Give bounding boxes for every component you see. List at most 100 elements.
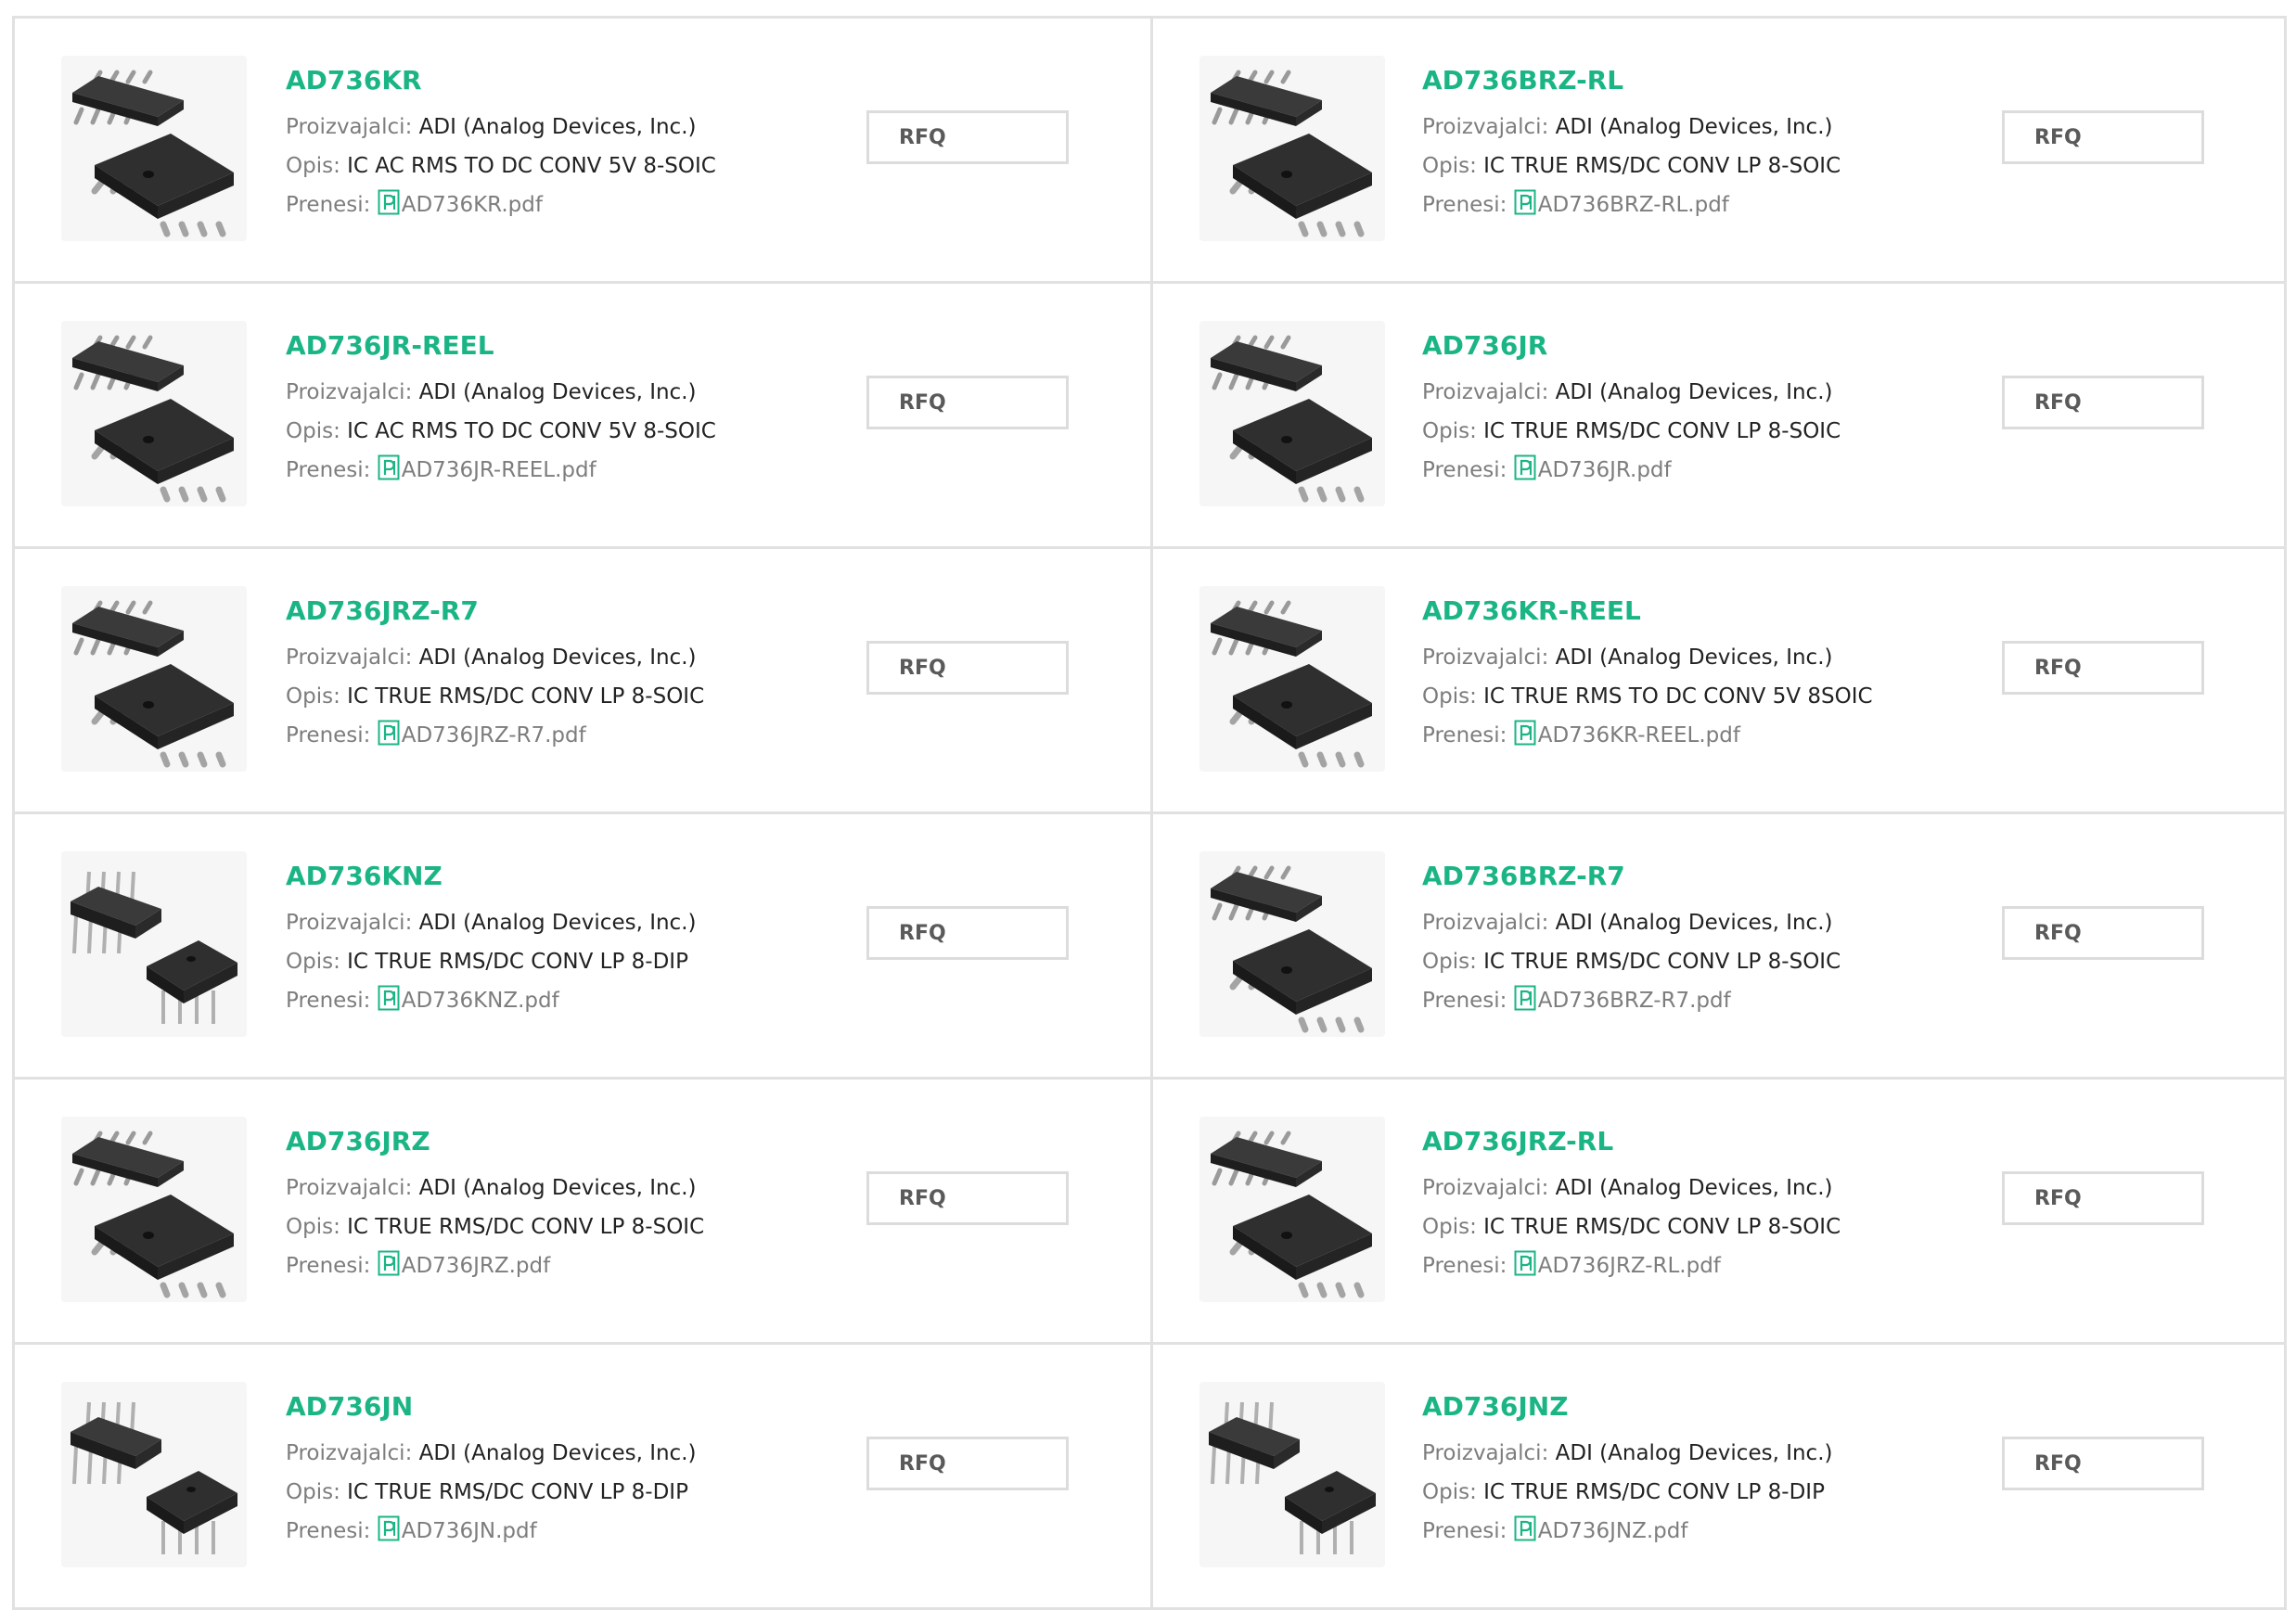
pdf-icon: [1514, 1250, 1536, 1276]
part-number-link[interactable]: AD736JR-REEL: [286, 330, 716, 362]
manufacturer-value: ADI (Analog Devices, Inc.): [418, 115, 697, 139]
manufacturer-value: ADI (Analog Devices, Inc.): [1555, 911, 1833, 935]
datasheet-link[interactable]: AD736JRZ-RL.pdf: [1514, 1250, 1721, 1278]
description-value: IC TRUE RMS/DC CONV LP 8-DIP: [347, 950, 688, 974]
product-info: AD736JR Proizvajalci: ADI (Analog Device…: [1422, 330, 1841, 490]
product-info: AD736JRZ-R7 Proizvajalci: ADI (Analog De…: [286, 595, 704, 755]
soic-chip-icon: [1211, 865, 1372, 1033]
pdf-icon: [378, 454, 400, 480]
datasheet-filename: AD736JRZ-R7.pdf: [401, 723, 586, 748]
rfq-button[interactable]: RFQ: [2002, 1437, 2204, 1490]
manufacturer-label: Proizvajalci:: [1422, 911, 1549, 935]
download-label: Prenesi:: [286, 1254, 371, 1278]
description-label: Opis:: [286, 684, 340, 709]
product-card: AD736JN Proizvajalci: ADI (Analog Device…: [12, 1345, 1150, 1610]
manufacturer-row: Proizvajalci: ADI (Analog Devices, Inc.): [1422, 108, 1841, 147]
manufacturer-label: Proizvajalci:: [286, 911, 413, 935]
rfq-button[interactable]: RFQ: [2002, 1171, 2204, 1225]
manufacturer-row: Proizvajalci: ADI (Analog Devices, Inc.): [1422, 903, 1841, 942]
description-label: Opis:: [286, 950, 340, 974]
datasheet-filename: AD736KNZ.pdf: [401, 989, 559, 1013]
rfq-button[interactable]: RFQ: [866, 376, 1069, 429]
datasheet-link[interactable]: AD736KR.pdf: [378, 189, 543, 217]
product-card: AD736JR Proizvajalci: ADI (Analog Device…: [1150, 284, 2287, 549]
rfq-button[interactable]: RFQ: [866, 1437, 1069, 1490]
part-number-link[interactable]: AD736KNZ: [286, 861, 696, 892]
download-row: Prenesi: AD736KNZ.pdf: [286, 981, 696, 1020]
part-number-link[interactable]: AD736JR: [1422, 330, 1841, 362]
rfq-button[interactable]: RFQ: [2002, 641, 2204, 695]
part-number-link[interactable]: AD736BRZ-R7: [1422, 861, 1841, 892]
part-number-link[interactable]: AD736BRZ-RL: [1422, 65, 1841, 96]
datasheet-link[interactable]: AD736JNZ.pdf: [1514, 1515, 1687, 1543]
product-info: AD736JR-REEL Proizvajalci: ADI (Analog D…: [286, 330, 716, 490]
product-image[interactable]: [1199, 851, 1385, 1037]
description-value: IC AC RMS TO DC CONV 5V 8-SOIC: [347, 154, 716, 178]
pdf-icon: [378, 720, 400, 746]
part-number-link[interactable]: AD736JRZ-R7: [286, 595, 704, 627]
manufacturer-row: Proizvajalci: ADI (Analog Devices, Inc.): [286, 1169, 704, 1208]
product-image[interactable]: [61, 321, 247, 506]
download-row: Prenesi: AD736KR.pdf: [286, 185, 716, 224]
description-value: IC TRUE RMS/DC CONV LP 8-DIP: [347, 1480, 688, 1504]
datasheet-link[interactable]: AD736JRZ-R7.pdf: [378, 720, 586, 748]
product-image[interactable]: [1199, 1117, 1385, 1302]
datasheet-link[interactable]: AD736KR-REEL.pdf: [1514, 720, 1740, 748]
download-label: Prenesi:: [286, 1519, 371, 1543]
part-number-link[interactable]: AD736JNZ: [1422, 1391, 1832, 1423]
product-image[interactable]: [1199, 1382, 1385, 1567]
soic-chip-icon: [1211, 600, 1372, 768]
datasheet-link[interactable]: AD736BRZ-R7.pdf: [1514, 985, 1731, 1013]
rfq-button[interactable]: RFQ: [2002, 110, 2204, 164]
download-label: Prenesi:: [1422, 193, 1507, 217]
description-value: IC TRUE RMS TO DC CONV 5V 8SOIC: [1483, 684, 1873, 709]
part-number-link[interactable]: AD736JN: [286, 1391, 696, 1423]
description-label: Opis:: [1422, 1215, 1477, 1239]
description-value: IC TRUE RMS/DC CONV LP 8-SOIC: [1483, 419, 1841, 443]
datasheet-link[interactable]: AD736JR-REEL.pdf: [378, 454, 596, 482]
dip-chip-icon: [71, 1401, 237, 1554]
product-image[interactable]: [61, 1382, 247, 1567]
description-value: IC TRUE RMS/DC CONV LP 8-DIP: [1483, 1480, 1825, 1504]
rfq-button[interactable]: RFQ: [866, 906, 1069, 960]
part-number-link[interactable]: AD736JRZ-RL: [1422, 1126, 1841, 1157]
rfq-button[interactable]: RFQ: [2002, 906, 2204, 960]
manufacturer-row: Proizvajalci: ADI (Analog Devices, Inc.): [1422, 1169, 1841, 1208]
product-image[interactable]: [61, 586, 247, 772]
product-image[interactable]: [1199, 56, 1385, 241]
product-image[interactable]: [61, 1117, 247, 1302]
rfq-button[interactable]: RFQ: [866, 641, 1069, 695]
rfq-button[interactable]: RFQ: [2002, 376, 2204, 429]
product-image[interactable]: [61, 851, 247, 1037]
description-row: Opis: IC TRUE RMS/DC CONV LP 8-SOIC: [1422, 412, 1841, 451]
download-label: Prenesi:: [1422, 458, 1507, 482]
datasheet-link[interactable]: AD736JN.pdf: [378, 1515, 537, 1543]
description-row: Opis: IC TRUE RMS/DC CONV LP 8-SOIC: [1422, 942, 1841, 981]
description-label: Opis:: [286, 1215, 340, 1239]
datasheet-link[interactable]: AD736BRZ-RL.pdf: [1514, 189, 1729, 217]
description-value: IC TRUE RMS/DC CONV LP 8-SOIC: [347, 684, 705, 709]
description-label: Opis:: [1422, 419, 1477, 443]
part-number-link[interactable]: AD736KR-REEL: [1422, 595, 1873, 627]
datasheet-link[interactable]: AD736JR.pdf: [1514, 454, 1672, 482]
download-label: Prenesi:: [1422, 989, 1507, 1013]
product-info: AD736JN Proizvajalci: ADI (Analog Device…: [286, 1391, 696, 1551]
part-number-link[interactable]: AD736JRZ: [286, 1126, 704, 1157]
download-label: Prenesi:: [1422, 1254, 1507, 1278]
manufacturer-label: Proizvajalci:: [286, 115, 413, 139]
rfq-button[interactable]: RFQ: [866, 110, 1069, 164]
product-image[interactable]: [61, 56, 247, 241]
description-label: Opis:: [1422, 1480, 1477, 1504]
manufacturer-row: Proizvajalci: ADI (Analog Devices, Inc.): [286, 638, 704, 677]
product-image[interactable]: [1199, 586, 1385, 772]
datasheet-link[interactable]: AD736KNZ.pdf: [378, 985, 559, 1013]
product-card: AD736JR-REEL Proizvajalci: ADI (Analog D…: [12, 284, 1150, 549]
part-number-link[interactable]: AD736KR: [286, 65, 716, 96]
product-image[interactable]: [1199, 321, 1385, 506]
download-row: Prenesi: AD736JRZ.pdf: [286, 1246, 704, 1285]
datasheet-link[interactable]: AD736JRZ.pdf: [378, 1250, 550, 1278]
manufacturer-label: Proizvajalci:: [1422, 645, 1549, 670]
pdf-icon: [378, 189, 400, 215]
rfq-button[interactable]: RFQ: [866, 1171, 1069, 1225]
manufacturer-value: ADI (Analog Devices, Inc.): [1555, 1441, 1833, 1465]
